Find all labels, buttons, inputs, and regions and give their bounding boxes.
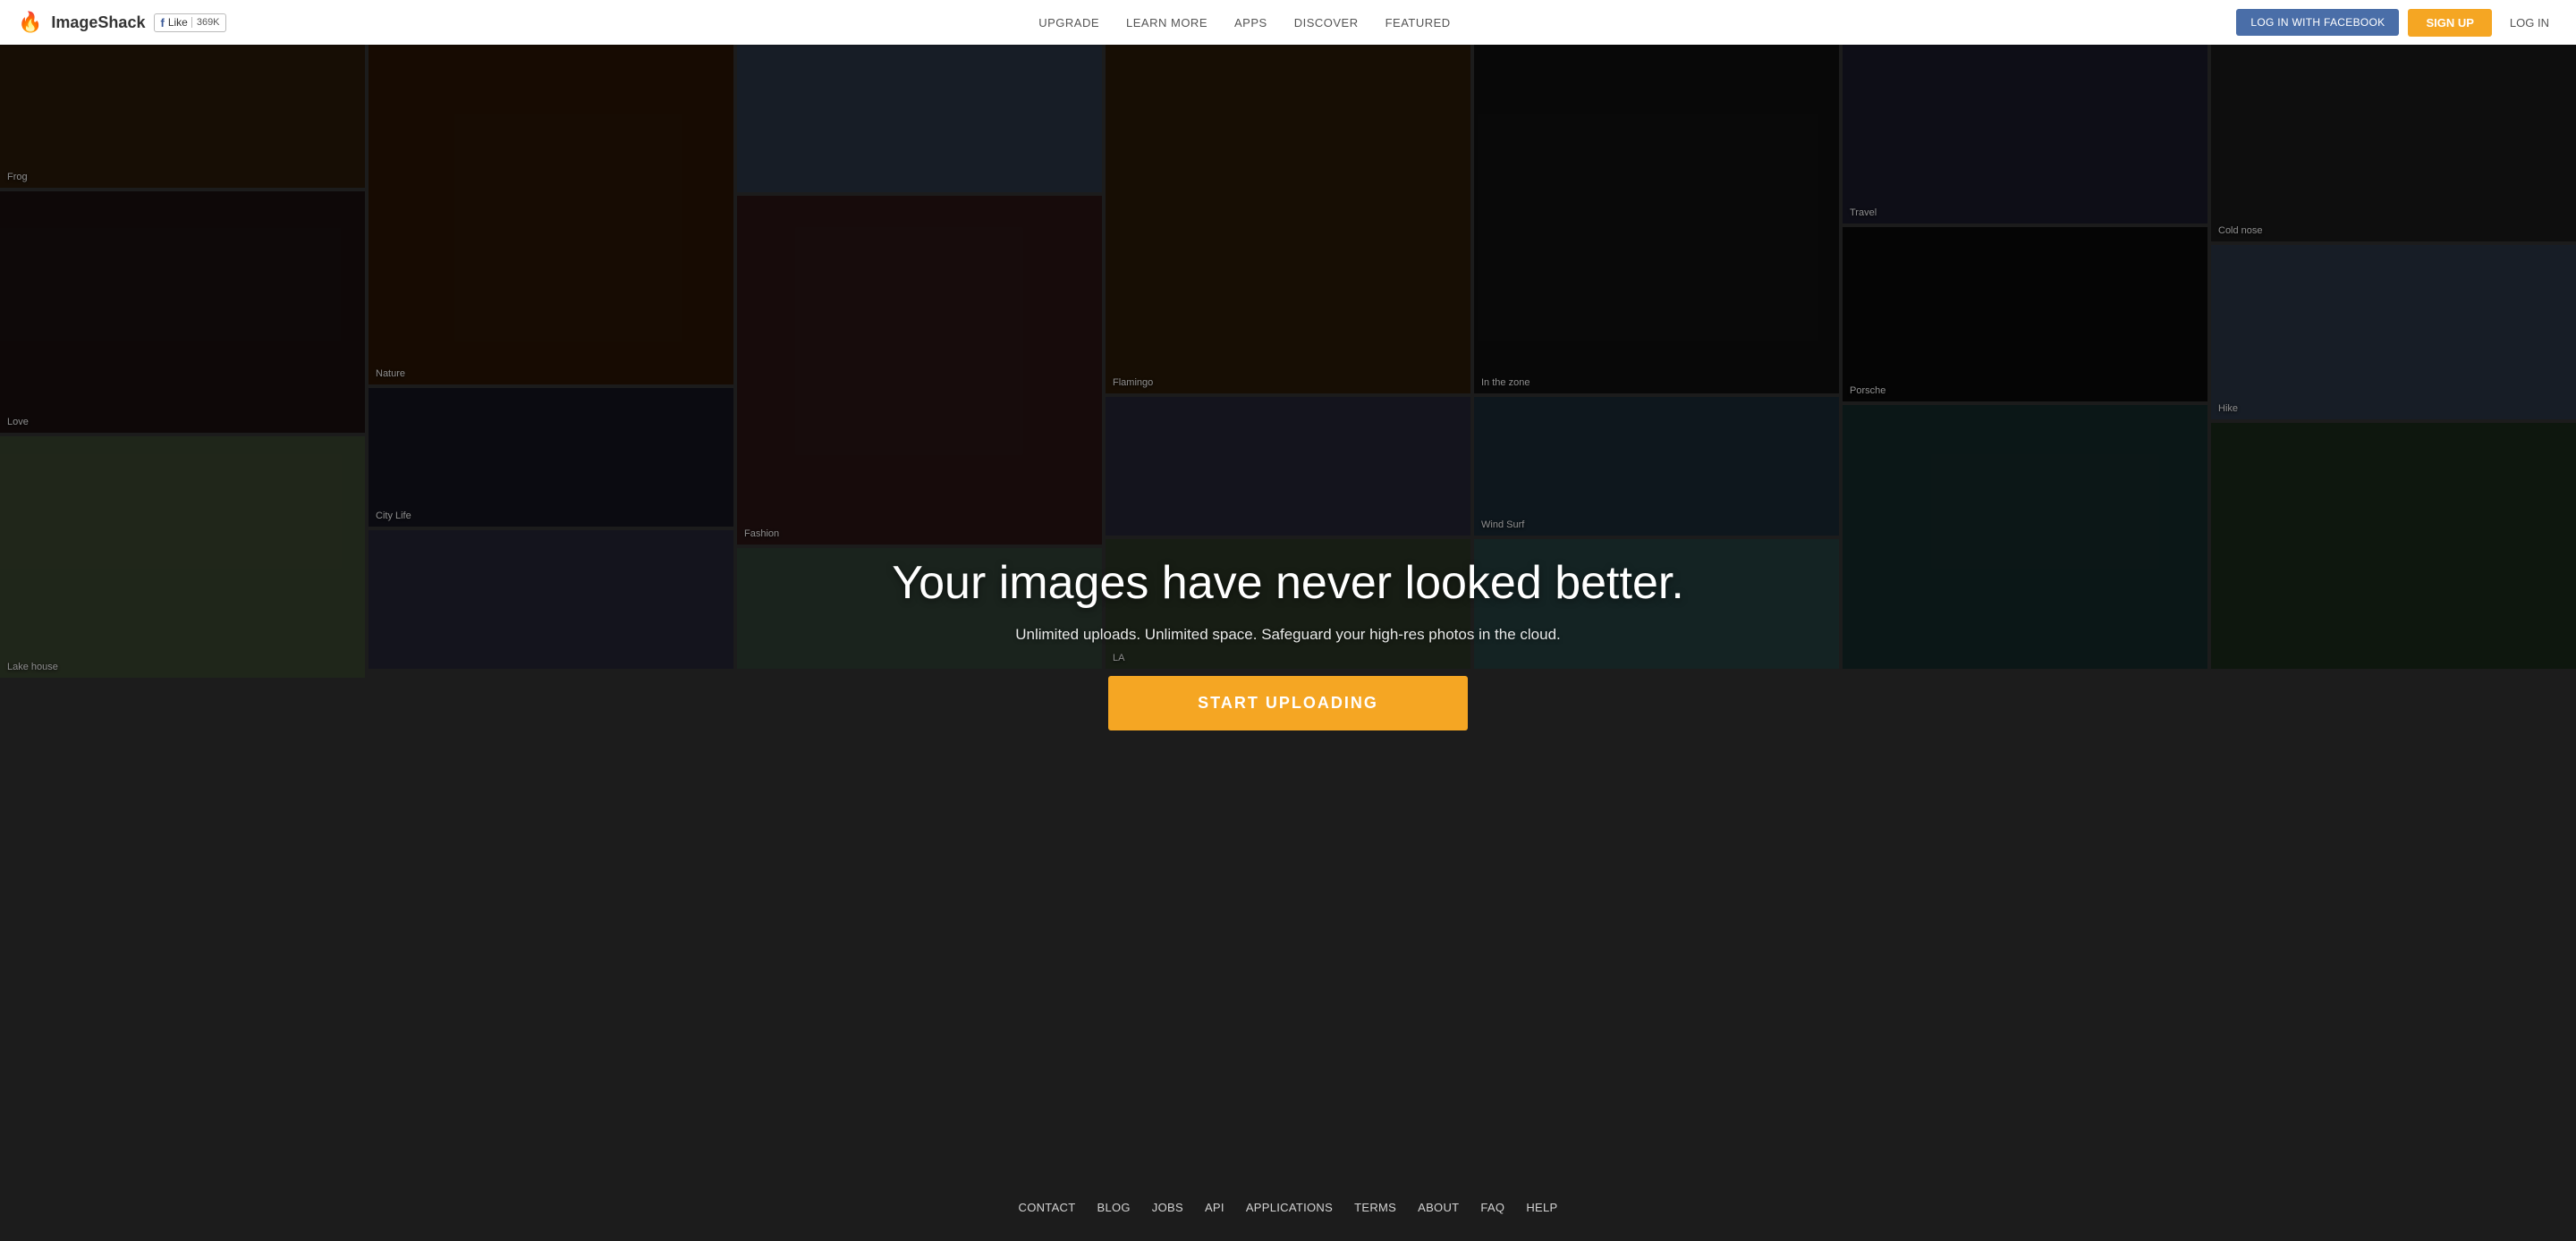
logo-text: ImageShack <box>51 13 145 32</box>
start-uploading-button[interactable]: START UPLOADING <box>1108 676 1468 730</box>
login-button[interactable]: LOG IN <box>2501 9 2558 37</box>
fb-login-button[interactable]: LOG IN WITH FACEBOOK <box>2236 9 2399 36</box>
footer-link-about[interactable]: ABOUT <box>1418 1201 1459 1214</box>
footer-link-jobs[interactable]: JOBS <box>1152 1201 1183 1214</box>
footer-link-applications[interactable]: APPLICATIONS <box>1246 1201 1333 1214</box>
fb-count: 369K <box>191 17 220 28</box>
facebook-icon: f <box>160 16 164 30</box>
footer-link-api[interactable]: API <box>1205 1201 1224 1214</box>
nav-discover[interactable]: DISCOVER <box>1294 16 1359 30</box>
main-content: FrogLoveLake houseNatureCity LifeFashion… <box>0 45 2576 1241</box>
fb-like-label: Like <box>168 16 188 29</box>
header-right: LOG IN WITH FACEBOOK SIGN UP LOG IN <box>2236 9 2558 37</box>
logo-area: 🔥 ImageShack f Like 369K <box>18 11 226 34</box>
footer-link-help[interactable]: HELP <box>1526 1201 1557 1214</box>
nav-apps[interactable]: APPS <box>1234 16 1267 30</box>
nav-featured[interactable]: FEATURED <box>1385 16 1451 30</box>
nav-upgrade[interactable]: UPGRADE <box>1038 16 1099 30</box>
hero-subtitle: Unlimited uploads. Unlimited space. Safe… <box>1015 626 1561 644</box>
footer-links: CONTACT BLOG JOBS API APPLICATIONS TERMS ABOUT… <box>1019 1201 1558 1214</box>
footer-link-faq[interactable]: FAQ <box>1480 1201 1504 1214</box>
footer-link-blog[interactable]: BLOG <box>1097 1201 1130 1214</box>
hero-title: Your images have never looked better. <box>892 555 1684 611</box>
nav-learn-more[interactable]: LEARN MORE <box>1126 16 1208 30</box>
footer-link-terms[interactable]: TERMS <box>1354 1201 1396 1214</box>
footer-link-contact[interactable]: CONTACT <box>1019 1201 1076 1214</box>
signup-button[interactable]: SIGN UP <box>2408 9 2491 37</box>
header: 🔥 ImageShack f Like 369K UPGRADE LEARN M… <box>0 0 2576 45</box>
logo-icon: 🔥 <box>18 11 42 34</box>
main-nav: UPGRADE LEARN MORE APPS DISCOVER FEATURE… <box>253 16 2237 30</box>
fb-like-button[interactable]: f Like 369K <box>154 13 225 32</box>
hero-overlay: Your images have never looked better. Un… <box>0 45 2576 1241</box>
